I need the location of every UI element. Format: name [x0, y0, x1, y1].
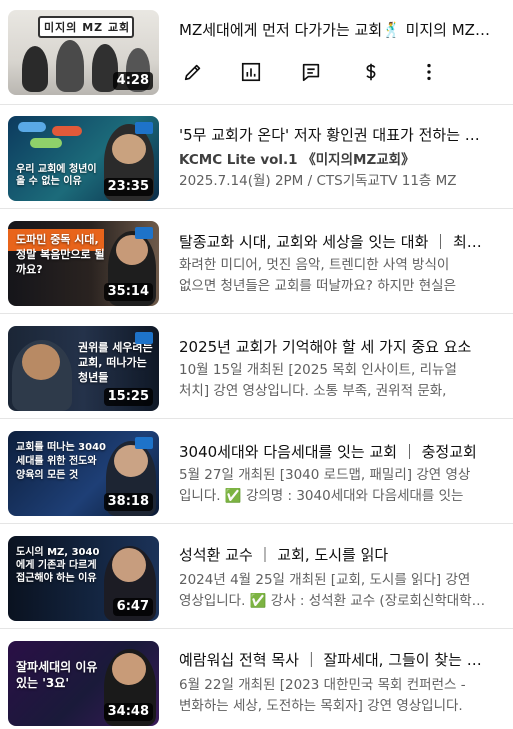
action-bar	[179, 58, 449, 86]
video-row[interactable]: 권위를 세우려는 교회, 떠나가는 청년들 15:25 2025년 교회가 기억…	[0, 315, 513, 419]
video-title[interactable]: MZ세대에게 먼저 다가가는 교회🕺 미지의 MZ교회	[179, 20, 491, 40]
video-row[interactable]: 교회를 떠나는 3040세대를 위한 전도와 양육의 모든 것 38:18 30…	[0, 420, 513, 524]
video-description-line: 변화하는 세상, 도전하는 목회자] 강연 영상입니다.	[179, 698, 463, 714]
edit-button[interactable]	[179, 58, 207, 86]
earn-button[interactable]	[357, 58, 385, 86]
analytics-button[interactable]	[237, 58, 265, 86]
more-options-button[interactable]	[415, 58, 443, 86]
more-vert-icon	[427, 63, 431, 81]
comment-icon	[302, 63, 320, 82]
video-description-line: 6월 22일 개최된 [2023 대한민국 목회 컨퍼런스 -	[179, 677, 466, 693]
thumbnail-title: 도파민 중독 시대, 정말 복음만으로 될까요?	[16, 233, 105, 276]
video-duration: 34:48	[103, 703, 153, 721]
dollar-icon	[366, 63, 376, 81]
video-description-line: 화려한 미디어, 멋진 음악, 트렌디한 사역 방식이	[179, 257, 450, 273]
video-title[interactable]: 성석환 교수 ｜ 교회, 도시를 읽다	[179, 545, 491, 565]
video-row[interactable]: 잘파세대의 이유 있는 '3요' 34:48 예람워십 전혁 목사 ｜ 잘파세대…	[0, 630, 513, 729]
video-list: 미지의 MZ 교회 4:28 MZ세대에게 먼저 다가가는 교회🕺 미지의 MZ…	[0, 0, 513, 729]
video-description-line: 영상입니다. ✅ 강사 : 성석환 교수 (장로회신학대학교)	[179, 593, 489, 609]
kcmc-badge	[135, 122, 153, 134]
video-thumbnail[interactable]: 미지의 MZ 교회 4:28	[8, 10, 159, 95]
video-title[interactable]: '5무 교회가 온다' 저자 황인권 대표가 전하는 청년이 올 수 없는 교회	[179, 125, 491, 145]
video-thumbnail[interactable]: 우리 교회에 청년이 올 수 없는 이유 23:35	[8, 116, 159, 201]
channel-line: KCMC Lite vol.1 《미지의MZ교회》	[179, 152, 415, 168]
video-thumbnail[interactable]: 교회를 떠나는 3040세대를 위한 전도와 양육의 모든 것 38:18	[8, 431, 159, 516]
video-thumbnail[interactable]: 권위를 세우려는 교회, 떠나가는 청년들 15:25	[8, 326, 159, 411]
thumbnail-title: 잘파세대의 이유 있는 '3요'	[16, 660, 98, 690]
video-duration: 23:35	[103, 178, 153, 196]
video-description-line: 5월 27일 개최된 [3040 로드맵, 패밀리] 강연 영상	[179, 467, 471, 483]
video-title[interactable]: 탈종교화 시대, 교회와 세상을 잇는 대화 ｜ 최성렬 목사	[179, 232, 491, 252]
video-duration: 35:14	[103, 283, 153, 301]
video-title[interactable]: 예람워십 전혁 목사 ｜ 잘파세대, 그들이 찾는 교회	[179, 650, 491, 670]
video-description-line: 처치] 강연 영상입니다. 소통 부족, 권위적 문화,	[179, 383, 447, 399]
video-row[interactable]: 우리 교회에 청년이 올 수 없는 이유 23:35 '5무 교회가 온다' 저…	[0, 105, 513, 209]
video-duration: 6:47	[112, 598, 153, 616]
thumbnail-title: 미지의 MZ 교회	[44, 21, 131, 34]
video-duration: 15:25	[103, 388, 153, 406]
kcmc-badge	[135, 437, 153, 449]
thumbnail-title: 도시의 MZ, 3040에게 기존과 다르게 접근해야 하는 이유	[16, 547, 100, 584]
video-thumbnail[interactable]: 도파민 중독 시대, 정말 복음만으로 될까요? 35:14	[8, 221, 159, 306]
video-thumbnail[interactable]: 도시의 MZ, 3040에게 기존과 다르게 접근해야 하는 이유 6:47	[8, 536, 159, 621]
video-description-line: 2024년 4월 25일 개최된 [교회, 도시를 읽다] 강연	[179, 572, 471, 588]
video-title[interactable]: 2025년 교회가 기억해야 할 세 가지 중요 요소	[179, 337, 491, 357]
video-description-line: 2025.7.14(월) 2PM / CTS기독교TV 11층 MZ	[179, 173, 457, 189]
pencil-icon	[184, 64, 201, 81]
kcmc-badge	[135, 227, 153, 239]
comments-button[interactable]	[297, 58, 325, 86]
video-description-line: 입니다. ✅ 강의명 : 3040세대와 다음세대를 잇는	[179, 488, 464, 504]
video-duration: 4:28	[112, 72, 153, 90]
video-row[interactable]: 도파민 중독 시대, 정말 복음만으로 될까요? 35:14 탈종교화 시대, …	[0, 210, 513, 314]
analytics-icon	[241, 62, 261, 82]
video-thumbnail[interactable]: 잘파세대의 이유 있는 '3요' 34:48	[8, 641, 159, 726]
video-row[interactable]: 미지의 MZ 교회 4:28 MZ세대에게 먼저 다가가는 교회🕺 미지의 MZ…	[0, 0, 513, 105]
kcmc-badge	[135, 332, 153, 344]
video-duration: 38:18	[103, 493, 153, 511]
thumbnail-title: 교회를 떠나는 3040세대를 위한 전도와 양육의 모든 것	[16, 442, 106, 481]
thumbnail-title: 권위를 세우려는 교회, 떠나가는 청년들	[78, 341, 153, 384]
thumbnail-title: 우리 교회에 청년이 올 수 없는 이유	[16, 164, 97, 187]
video-title[interactable]: 3040세대와 다음세대를 잇는 교회 ｜ 충정교회	[179, 442, 491, 462]
video-description-line: 없으면 청년들은 교회를 떠날까요? 하지만 현실은	[179, 278, 457, 294]
video-row[interactable]: 도시의 MZ, 3040에게 기존과 다르게 접근해야 하는 이유 6:47 성…	[0, 525, 513, 629]
video-description-line: 10월 15일 개최된 [2025 목회 인사이트, 리뉴얼	[179, 362, 457, 378]
video-description-line: KCMC Lite vol.1 《미지의MZ교회》	[179, 150, 489, 171]
